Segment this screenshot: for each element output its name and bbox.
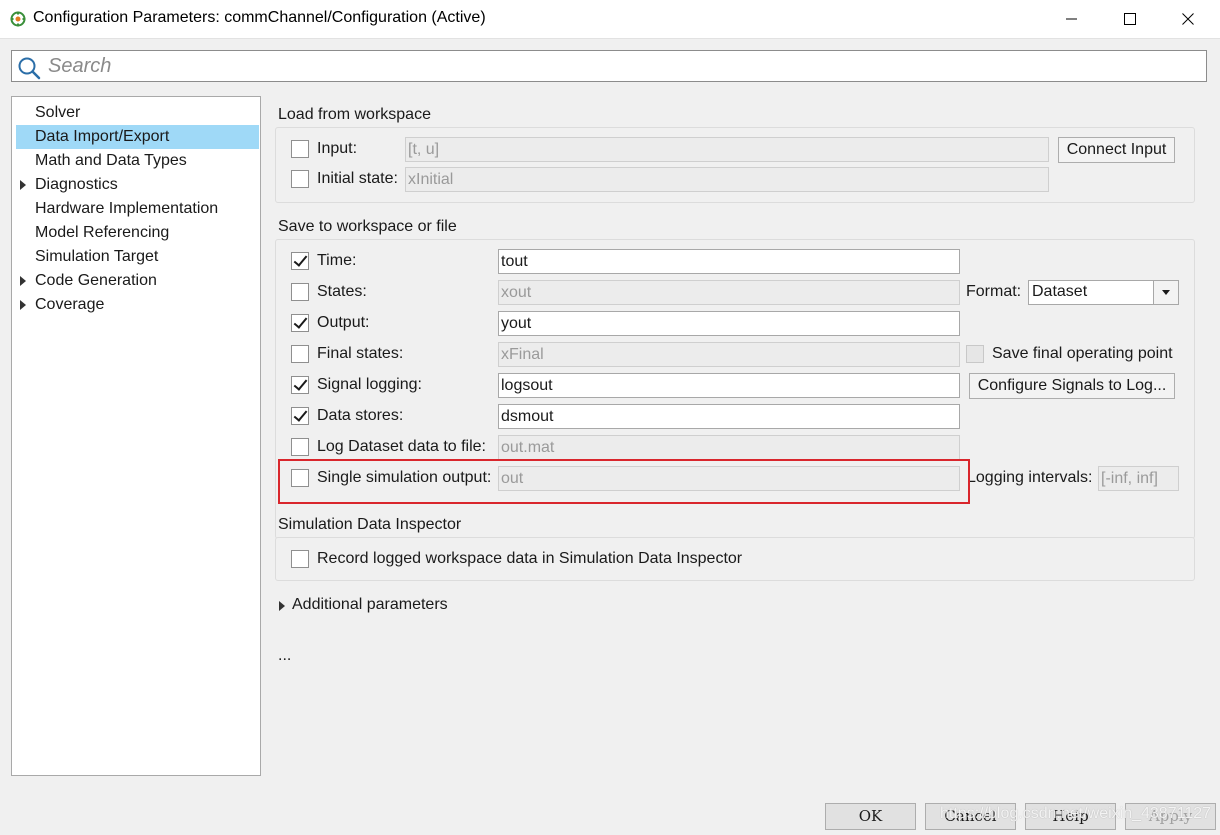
input-field[interactable]: [405, 137, 1049, 162]
search-input[interactable]: [46, 53, 1196, 79]
log-dataset-checkbox[interactable]: [291, 438, 309, 456]
final-states-checkbox[interactable]: [291, 345, 309, 363]
close-icon: [1182, 13, 1194, 25]
sidebar-item-label: Model Referencing: [35, 224, 170, 241]
data-stores-label: Data stores:: [317, 407, 404, 424]
load-section-title: Load from workspace: [278, 106, 431, 123]
final-states-field[interactable]: [498, 342, 960, 367]
logging-intervals-label: Logging intervals:: [967, 469, 1093, 486]
time-field[interactable]: [498, 249, 960, 274]
save-section-title: Save to workspace or file: [278, 218, 457, 235]
save-final-op-checkbox[interactable]: [966, 345, 984, 363]
final-states-label: Final states:: [317, 345, 404, 362]
sidebar-item-label: Hardware Implementation: [35, 200, 219, 217]
output-label: Output:: [317, 314, 370, 331]
data-stores-field[interactable]: [498, 404, 960, 429]
sidebar-item-label: Math and Data Types: [35, 152, 187, 169]
minimize-button[interactable]: [1043, 0, 1101, 38]
sidebar-item-code-generation[interactable]: Code Generation: [16, 269, 259, 293]
sidebar-item-solver[interactable]: Solver: [16, 101, 259, 125]
sdi-section-title: Simulation Data Inspector: [278, 516, 462, 533]
states-checkbox[interactable]: [291, 283, 309, 301]
signal-logging-field[interactable]: [498, 373, 960, 398]
window-title: Configuration Parameters: commChannel/Co…: [33, 9, 486, 26]
record-sdi-checkbox[interactable]: [291, 550, 309, 568]
save-final-op-label: Save final operating point: [992, 345, 1173, 362]
expand-arrow-icon[interactable]: [20, 300, 26, 310]
output-checkbox[interactable]: [291, 314, 309, 332]
states-label: States:: [317, 283, 367, 300]
search-icon: [18, 57, 41, 80]
sidebar-item-label: Data Import/Export: [35, 128, 170, 145]
initial-state-label: Initial state:: [317, 170, 398, 187]
expand-arrow-icon[interactable]: [279, 601, 285, 611]
sidebar-item-coverage[interactable]: Coverage: [16, 293, 259, 317]
input-label: Input:: [317, 140, 358, 157]
minimize-icon: [1066, 18, 1077, 20]
category-tree: Solver Data Import/Export Math and Data …: [11, 96, 261, 776]
time-checkbox[interactable]: [291, 252, 309, 270]
title-bar: Configuration Parameters: commChannel/Co…: [0, 0, 1220, 38]
sidebar-item-label: Simulation Target: [35, 248, 159, 265]
sidebar-item-simulation-target[interactable]: Simulation Target: [16, 245, 259, 269]
sidebar-item-label: Diagnostics: [35, 176, 118, 193]
sidebar-item-label: Code Generation: [35, 272, 157, 289]
initial-state-checkbox[interactable]: [291, 170, 309, 188]
expand-arrow-icon[interactable]: [20, 180, 26, 190]
sidebar-item-label: Coverage: [35, 296, 105, 313]
search-box: [11, 50, 1207, 82]
ok-button[interactable]: OK: [825, 803, 916, 830]
format-label: Format:: [966, 283, 1022, 300]
sidebar-item-data-import-export[interactable]: Data Import/Export: [16, 125, 259, 149]
sidebar-item-math-data-types[interactable]: Math and Data Types: [16, 149, 259, 173]
settings-panel: Load from workspace Input: Connect Input…: [264, 96, 1214, 776]
initial-state-field[interactable]: [405, 167, 1049, 192]
sidebar-item-label: Solver: [35, 104, 81, 121]
sidebar-item-model-referencing[interactable]: Model Referencing: [16, 221, 259, 245]
format-select[interactable]: Dataset: [1028, 280, 1179, 305]
watermark-text: https://blog.csdn.net/weixin_43871127: [940, 805, 1212, 822]
annotation-highlight-box: [278, 459, 970, 504]
connect-input-button[interactable]: Connect Input: [1058, 137, 1175, 163]
additional-parameters-toggle[interactable]: Additional parameters: [292, 596, 448, 614]
time-label: Time:: [317, 252, 357, 269]
dialog-body: Solver Data Import/Export Math and Data …: [0, 38, 1220, 835]
format-select-value: Dataset: [1032, 283, 1088, 300]
close-button[interactable]: [1159, 0, 1217, 38]
output-field[interactable]: [498, 311, 960, 336]
data-stores-checkbox[interactable]: [291, 407, 309, 425]
signal-logging-checkbox[interactable]: [291, 376, 309, 394]
signal-logging-label: Signal logging:: [317, 376, 422, 393]
logging-intervals-field[interactable]: [1098, 466, 1179, 491]
button-bar: OK Cancel Help Apply https://blog.csdn.n…: [0, 781, 1220, 835]
simulink-config-icon: [10, 11, 26, 27]
sidebar-item-diagnostics[interactable]: Diagnostics: [16, 173, 259, 197]
ellipsis-text: ...: [278, 647, 292, 664]
states-field[interactable]: [498, 280, 960, 305]
configure-signals-button[interactable]: Configure Signals to Log...: [969, 373, 1175, 399]
log-dataset-label: Log Dataset data to file:: [317, 438, 486, 455]
input-checkbox[interactable]: [291, 140, 309, 158]
expand-arrow-icon[interactable]: [20, 276, 26, 286]
chevron-down-icon: [1153, 281, 1178, 304]
record-sdi-label: Record logged workspace data in Simulati…: [317, 550, 743, 567]
sidebar-item-hardware-implementation[interactable]: Hardware Implementation: [16, 197, 259, 221]
maximize-icon: [1124, 13, 1136, 25]
maximize-button[interactable]: [1101, 0, 1159, 38]
log-dataset-field[interactable]: [498, 435, 960, 460]
